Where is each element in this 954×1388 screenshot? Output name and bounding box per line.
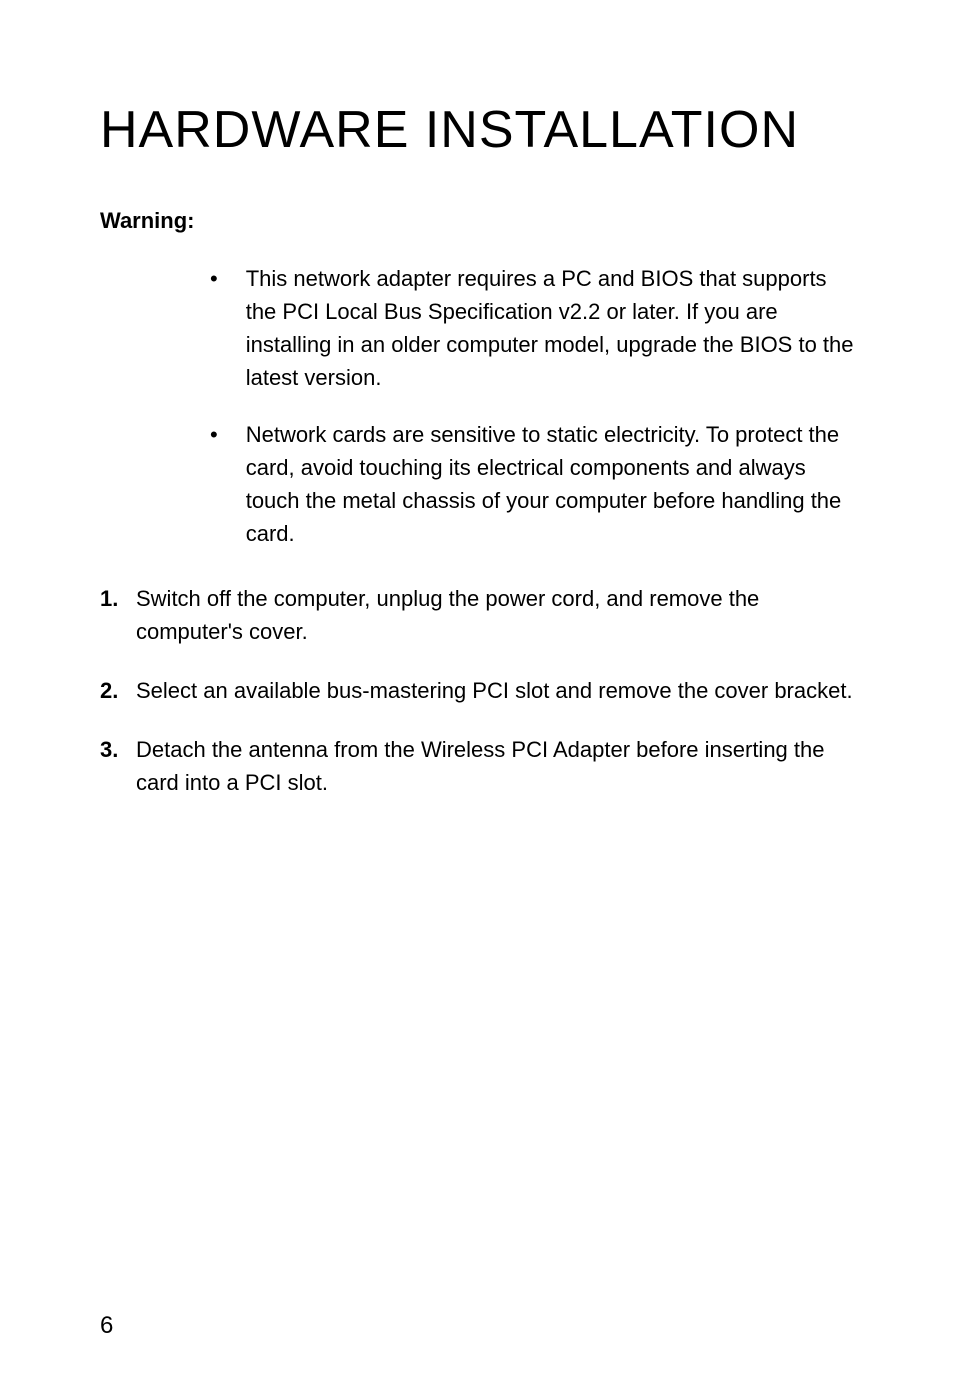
bullet-text: This network adapter requires a PC and B…: [246, 262, 854, 394]
list-item: 2. Select an available bus-mastering PCI…: [100, 674, 854, 707]
numbered-steps-list: 1. Switch off the computer, unplug the p…: [100, 582, 854, 799]
list-item: • This network adapter requires a PC and…: [210, 262, 854, 394]
bullet-icon: •: [210, 418, 218, 550]
page-title: HARDWARE INSTALLATION: [100, 100, 854, 160]
step-text: Select an available bus-mastering PCI sl…: [136, 674, 853, 707]
page-number: 6: [100, 1312, 113, 1340]
step-text: Detach the antenna from the Wireless PCI…: [136, 733, 854, 799]
warning-label: Warning:: [100, 208, 854, 234]
warning-bullet-list: • This network adapter requires a PC and…: [210, 262, 854, 550]
list-item: • Network cards are sensitive to static …: [210, 418, 854, 550]
list-item: 3. Detach the antenna from the Wireless …: [100, 733, 854, 799]
step-number: 2.: [100, 674, 136, 707]
bullet-icon: •: [210, 262, 218, 394]
bullet-text: Network cards are sensitive to static el…: [246, 418, 854, 550]
list-item: 1. Switch off the computer, unplug the p…: [100, 582, 854, 648]
step-number: 1.: [100, 582, 136, 648]
step-text: Switch off the computer, unplug the powe…: [136, 582, 854, 648]
step-number: 3.: [100, 733, 136, 799]
